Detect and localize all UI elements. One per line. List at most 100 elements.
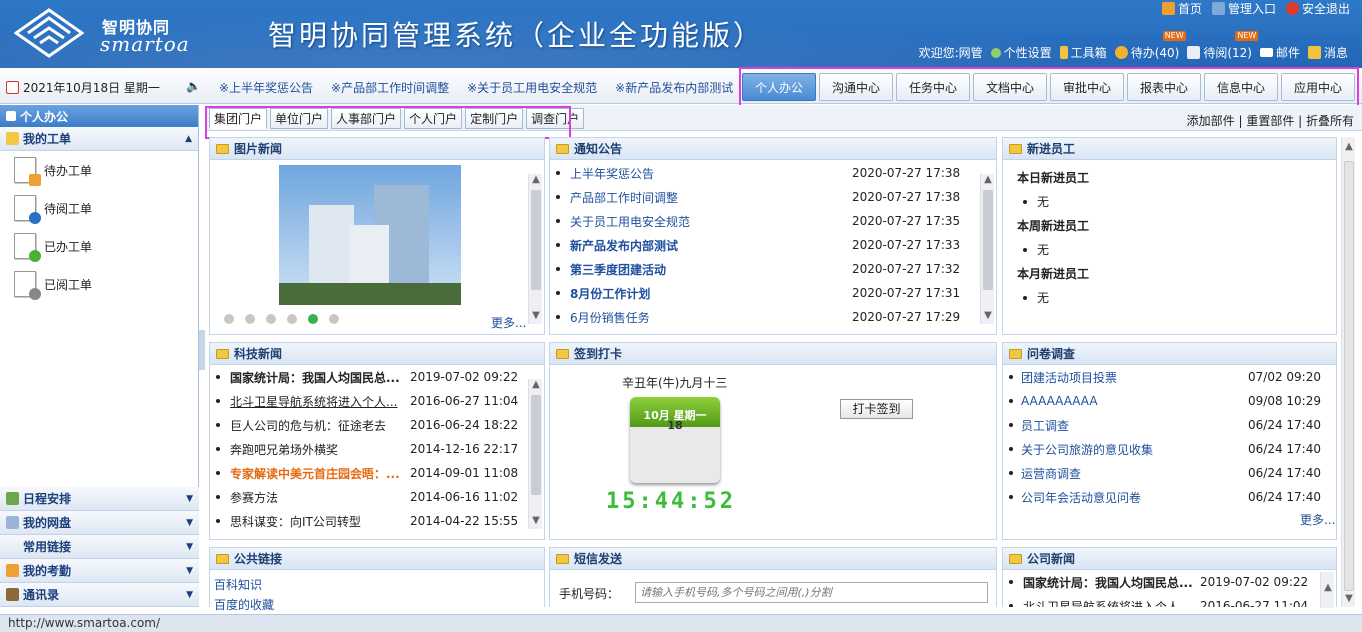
item-title: 国家统计局：我国人均国民总... [1023,575,1193,590]
none-text: 无 [1037,195,1050,209]
scroll-down-icon[interactable]: ▼ [529,310,543,324]
page-scrollbar[interactable]: ▲ ▼ [1341,137,1355,607]
admin-link[interactable]: 管理入口 [1211,0,1276,17]
lunar-date: 辛丑年(牛)九月十三 [622,376,728,390]
sidebar-group-work-orders[interactable]: 我的工单 ▲ [0,127,198,151]
panel-header: 公司新闻 [1003,548,1336,570]
toread-link[interactable]: NEW 待阅(12) [1187,31,1259,61]
panel-survey: 问卷调查 团建活动项目投票 07/02 09:20 AAAAAAAAA 09/08 … [1002,342,1337,540]
logout-link[interactable]: 安全退出 [1285,0,1350,17]
scrollbar[interactable]: ▲ [1320,572,1334,608]
home-link[interactable]: 首页 [1161,0,1202,17]
scroll-thumb[interactable] [983,190,993,290]
sidebar-group-links[interactable]: 常用链接 ▼ [0,535,199,559]
sidebar-group-schedule[interactable]: 日程安排 ▼ [0,487,199,511]
toolbox-link[interactable]: 工具箱 [1059,44,1107,61]
item-title: 关于公司旅游的意见收集 [1021,442,1154,457]
list-item[interactable]: 关于公司旅游的意见收集 06/24 17:40 [1003,437,1328,461]
new-badge: NEW [1162,31,1186,41]
logo-mark-icon [14,8,84,58]
scroll-thumb[interactable] [531,190,541,290]
scroll-up-icon[interactable]: ▲ [529,174,543,188]
item-date: 2016-06-27 11:04 [1200,599,1309,607]
list-item[interactable]: 参赛方法 2014-06-16 11:02 [210,485,528,509]
part-operations[interactable]: 添加部件 | 重置部件 | 折叠所有 [1187,112,1354,129]
panel-title: 图片新闻 [234,142,283,156]
list-item[interactable]: 国家统计局：我国人均国民总... 2019-07-02 09:22 [1003,570,1318,594]
bullet [216,399,220,403]
message-link[interactable]: 消息 [1307,44,1348,61]
scroll-down-icon[interactable]: ▼ [1342,593,1356,607]
todo-link[interactable]: NEW 待办(40) [1114,31,1186,61]
link-item[interactable]: 百度的收藏 [214,595,544,615]
phone-input[interactable] [635,582,988,603]
scroll-up-icon[interactable]: ▲ [981,174,995,188]
slide-dot[interactable] [224,314,234,324]
scroll-up-icon[interactable]: ▲ [529,379,543,393]
scroll-down-icon[interactable]: ▼ [529,515,543,529]
scroll-up-icon[interactable]: ▲ [1342,141,1356,155]
slide-dot[interactable] [245,314,255,324]
slide-dot-active[interactable] [308,314,318,324]
item-title: 专家解读中美元首庄园会晤：... [230,466,400,481]
sidebar-item-toread-orders[interactable]: 待阅工单 [0,189,198,227]
list-item[interactable]: 北斗卫星导航系统将进入个人... 2016-06-27 11:04 [1003,594,1318,607]
list-item[interactable]: 第三季度团建活动 2020-07-27 17:32 [550,257,978,281]
scroll-up-icon[interactable]: ▲ [1321,582,1335,596]
panel-title: 公共链接 [234,552,283,566]
list-item[interactable]: 公司年会活动意见问卷 06/24 17:40 [1003,485,1328,509]
chevron-up-icon: ▲ [185,133,192,144]
panel-title: 通知公告 [574,142,623,156]
list-item[interactable]: 巨人公司的危与机：征途老去 2016-06-24 18:22 [210,413,528,437]
sidebar-group-contacts[interactable]: 通讯录 ▼ [0,583,199,607]
sidebar-group-netdisk[interactable]: 我的网盘 ▼ [0,511,199,535]
list-item[interactable]: 专家解读中美元首庄园会晤：... 2014-09-01 11:08 [210,461,528,485]
sidebar-item-read-orders[interactable]: 已阅工单 [0,265,198,303]
slide-dot[interactable] [329,314,339,324]
sidebar-item-todo-orders[interactable]: 待办工单 [0,151,198,189]
scrollbar[interactable]: ▲ ▼ [980,174,994,324]
list-item[interactable]: 国家统计局：我国人均国民总... 2019-07-02 09:22 [210,365,528,389]
list-item[interactable]: 员工调查 06/24 17:40 [1003,413,1328,437]
slide-dot[interactable] [266,314,276,324]
list-item[interactable]: 思科谋变：向IT公司转型 2014-04-22 15:55 [210,509,528,533]
scrollbar[interactable]: ▲ ▼ [528,174,542,324]
link-item[interactable]: 百科知识 [214,575,544,595]
scroll-down-icon[interactable]: ▼ [981,310,995,324]
list-item[interactable]: 团建活动项目投票 07/02 09:20 [1003,365,1328,389]
list-item[interactable]: 8月份工作计划 2020-07-27 17:31 [550,281,978,305]
mail-link[interactable]: 邮件 [1259,44,1300,61]
scrollbar[interactable]: ▲ ▼ [528,379,542,529]
sidebar-item-done-orders[interactable]: 已办工单 [0,227,198,265]
checkin-button[interactable]: 打卡签到 [840,399,913,419]
slide-dot[interactable] [287,314,297,324]
list-item[interactable]: 新产品发布内部测试 2020-07-27 17:33 [550,233,978,257]
item-date: 2020-07-27 17:38 [852,166,961,180]
personal-settings-link[interactable]: 个性设置 [990,44,1052,61]
folder-icon [6,132,19,145]
ticker-item[interactable]: ※关于员工用电安全规范 [467,79,597,96]
list-item[interactable]: 北斗卫星导航系统将进入个人... 2016-06-27 11:04 [210,389,528,413]
sidebar-collapse-handle[interactable] [199,330,205,370]
list-item[interactable]: 产品部工作时间调整 2020-07-27 17:38 [550,185,978,209]
list-item[interactable]: 6月份销售任务 2020-07-27 17:29 [550,305,978,329]
news-photo[interactable] [279,165,461,305]
more-link[interactable]: 更多... [491,314,526,331]
item-date: 2020-07-27 17:31 [852,286,961,300]
scroll-thumb[interactable] [531,395,541,495]
list-item[interactable]: 上半年奖惩公告 2020-07-27 17:38 [550,161,978,185]
scroll-thumb[interactable] [1344,161,1354,591]
ticker-item[interactable]: ※上半年奖惩公告 [219,79,313,96]
list-item[interactable]: 奔跑吧兄弟场外横奖 2014-12-16 22:17 [210,437,528,461]
list-item[interactable]: AAAAAAAAA 09/08 10:29 [1003,389,1328,413]
ticker-item[interactable]: ※产品部工作时间调整 [331,79,449,96]
ticker-item[interactable]: ※新产品发布内部测试 [615,79,733,96]
list-item[interactable]: 关于员工用电安全规范 2020-07-27 17:35 [550,209,978,233]
list-item[interactable]: 运营商调查 06/24 17:40 [1003,461,1328,485]
status-bar: http://www.smartoa.com/ [0,614,1362,632]
item-title: 员工调查 [1021,418,1070,433]
more-link[interactable]: 更多... [1300,511,1335,528]
doc-icon [1187,46,1201,59]
sidebar-group-attendance[interactable]: 我的考勤 ▼ [0,559,199,583]
panel-notice: 通知公告 上半年奖惩公告 2020-07-27 17:38 产品部工作时间调整 20… [549,137,997,335]
